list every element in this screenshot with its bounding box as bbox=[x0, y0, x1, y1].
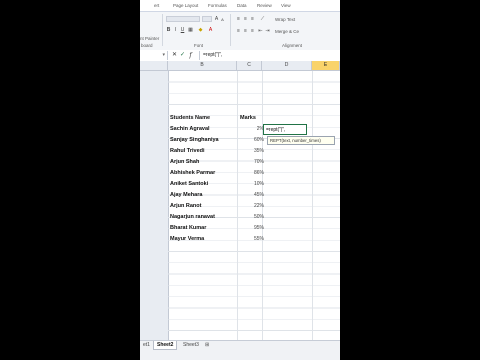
increase-indent-icon[interactable]: ⇥ bbox=[265, 29, 270, 34]
column-header-b[interactable]: B bbox=[168, 61, 237, 71]
align-top-icon[interactable]: ≡ bbox=[236, 17, 241, 22]
tab-insert[interactable]: ert bbox=[154, 3, 159, 8]
merge-center-button[interactable]: Merge & Ce bbox=[275, 29, 299, 34]
clipboard-group-label: board bbox=[141, 43, 153, 48]
student-mark[interactable]: 60% bbox=[250, 136, 264, 144]
student-name[interactable]: Sanjay Singhaniya bbox=[170, 136, 219, 144]
align-center-icon[interactable]: ≡ bbox=[243, 29, 248, 34]
underline-icon[interactable]: U bbox=[180, 28, 185, 33]
function-tooltip: REPT(text, number_times) bbox=[267, 136, 335, 145]
cancel-icon[interactable]: ✕ bbox=[171, 51, 178, 60]
tab-view[interactable]: View bbox=[281, 3, 291, 8]
student-mark[interactable]: 2% bbox=[250, 125, 264, 133]
font-size-dropdown[interactable] bbox=[202, 16, 212, 22]
header-marks[interactable]: Marks bbox=[240, 114, 256, 122]
tab-review[interactable]: Review bbox=[257, 3, 272, 8]
ribbon-tab-bar: ert Page Layout Formulas Data Review Vie… bbox=[140, 0, 340, 12]
student-name[interactable]: Abhishek Parmar bbox=[170, 169, 215, 177]
align-left-icon[interactable]: ≡ bbox=[236, 29, 241, 34]
alignment-group-label: Alignment bbox=[282, 43, 303, 48]
sheet-tab-sheet2[interactable]: Sheet2 bbox=[153, 341, 178, 350]
student-name[interactable]: Sachin Agraval bbox=[170, 125, 210, 133]
insert-function-icon[interactable]: f bbox=[187, 51, 194, 60]
student-mark[interactable]: 70% bbox=[250, 158, 264, 166]
excel-window: ert Page Layout Formulas Data Review Vie… bbox=[140, 0, 340, 360]
sheet-tab-sheet3[interactable]: Sheet3 bbox=[180, 341, 202, 349]
tab-data[interactable]: Data bbox=[237, 3, 247, 8]
ribbon-separator bbox=[230, 14, 231, 46]
tab-page-layout[interactable]: Page Layout bbox=[173, 3, 198, 8]
student-mark[interactable]: 95% bbox=[250, 224, 264, 232]
font-color-icon[interactable]: A bbox=[208, 28, 213, 33]
select-all-corner[interactable] bbox=[140, 61, 168, 71]
column-header-c[interactable]: C bbox=[237, 61, 262, 71]
student-mark[interactable]: 55% bbox=[250, 235, 264, 243]
student-mark[interactable]: 35% bbox=[250, 147, 264, 155]
student-name[interactable]: Nagarjun ranavat bbox=[170, 213, 215, 221]
orientation-icon[interactable]: ⟋ bbox=[260, 17, 265, 22]
align-middle-icon[interactable]: ≡ bbox=[243, 17, 248, 22]
sheet-tab-sheet1[interactable]: et1 bbox=[140, 341, 153, 349]
student-name[interactable]: Arjun Ranot bbox=[170, 202, 201, 210]
enter-icon[interactable]: ✓ bbox=[179, 51, 186, 60]
font-name-dropdown[interactable] bbox=[166, 16, 200, 22]
font-group-label: Font bbox=[194, 43, 204, 48]
bold-icon[interactable]: B bbox=[166, 28, 171, 33]
format-painter-label[interactable]: nt Painter bbox=[140, 36, 159, 41]
student-mark[interactable]: 50% bbox=[250, 213, 264, 221]
formula-input[interactable]: =rept("|", bbox=[199, 51, 339, 60]
student-name[interactable]: Rahul Trivedi bbox=[170, 147, 205, 155]
student-mark[interactable]: 45% bbox=[250, 191, 264, 199]
decrease-indent-icon[interactable]: ⇤ bbox=[258, 29, 263, 34]
new-sheet-icon[interactable]: ⊞ bbox=[202, 341, 212, 349]
column-header-d[interactable]: D bbox=[262, 61, 312, 71]
student-name[interactable]: Bharat Kumar bbox=[170, 224, 206, 232]
italic-icon[interactable]: I bbox=[173, 28, 178, 33]
borders-icon[interactable]: ▦ bbox=[188, 28, 193, 33]
row-headers[interactable] bbox=[140, 71, 169, 340]
student-name[interactable]: Arjun Shah bbox=[170, 158, 199, 166]
align-right-icon[interactable]: ≡ bbox=[250, 29, 255, 34]
student-name[interactable]: Aniket Santoki bbox=[170, 180, 208, 188]
fill-color-icon[interactable]: ◆ bbox=[198, 28, 203, 33]
student-mark[interactable]: 10% bbox=[250, 180, 264, 188]
wrap-text-button[interactable]: Wrap Text bbox=[275, 17, 295, 22]
student-name[interactable]: Mayur Verma bbox=[170, 235, 204, 243]
student-mark[interactable]: 22% bbox=[250, 202, 264, 210]
tab-formulas[interactable]: Formulas bbox=[208, 3, 227, 8]
active-cell-formula[interactable]: =rept("|", bbox=[266, 126, 285, 134]
active-cell[interactable]: =rept("|", bbox=[263, 124, 307, 135]
ribbon-separator bbox=[162, 14, 163, 46]
align-bottom-icon[interactable]: ≡ bbox=[250, 17, 255, 22]
header-students-name[interactable]: Students Name bbox=[170, 114, 210, 122]
student-mark[interactable]: 86% bbox=[250, 169, 264, 177]
name-box[interactable]: ▾ bbox=[140, 51, 168, 60]
sheet-tab-bar: et1 Sheet2 Sheet3 ⊞ bbox=[140, 340, 340, 360]
shrink-font-icon[interactable]: A bbox=[220, 17, 225, 22]
column-header-e[interactable]: E bbox=[312, 61, 340, 71]
student-name[interactable]: Ajay Mehara bbox=[170, 191, 202, 199]
grow-font-icon[interactable]: A bbox=[214, 17, 219, 22]
